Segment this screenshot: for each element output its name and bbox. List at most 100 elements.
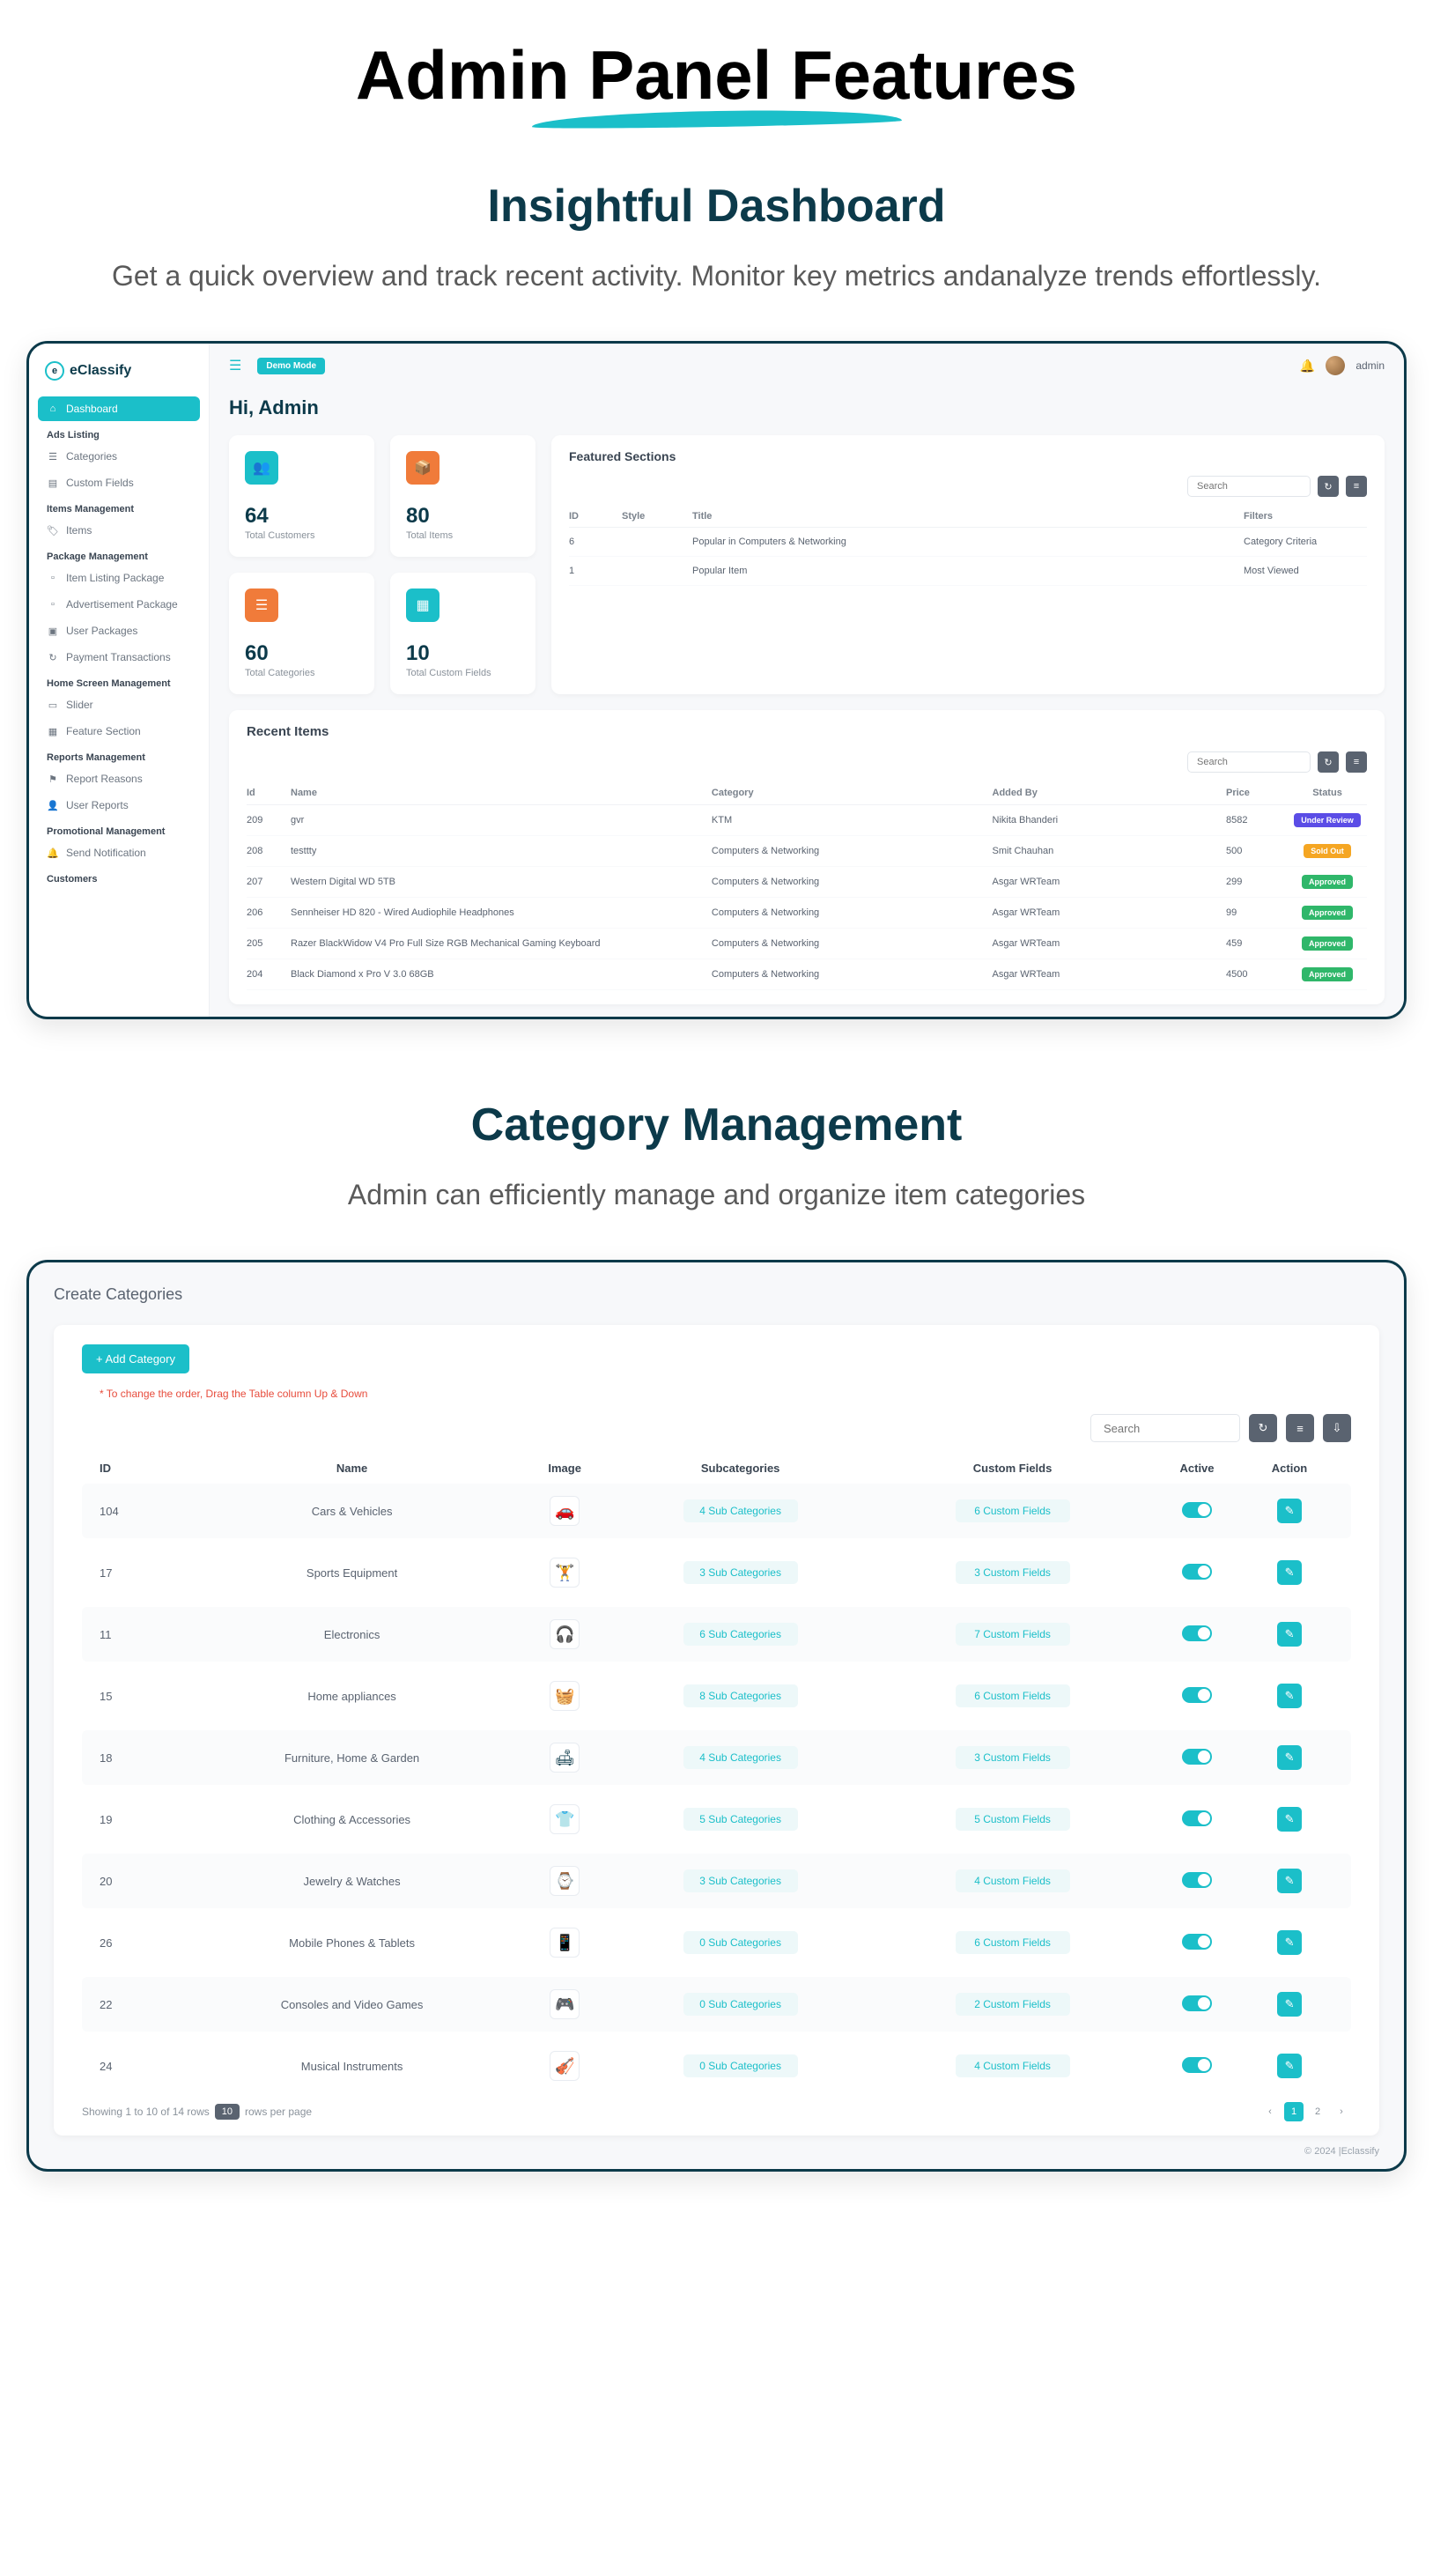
subcategories-button[interactable]: 4 Sub Categories — [683, 1746, 798, 1769]
refresh-button[interactable]: ↻ — [1318, 751, 1339, 773]
col-id[interactable]: ID — [569, 511, 622, 522]
page-1[interactable]: 1 — [1284, 2102, 1304, 2121]
recent-row[interactable]: 206 Sennheiser HD 820 - Wired Audiophile… — [247, 898, 1367, 929]
subcategories-button[interactable]: 4 Sub Categories — [683, 1499, 798, 1522]
recent-row[interactable]: 205 Razer BlackWidow V4 Pro Full Size RG… — [247, 929, 1367, 959]
recent-row[interactable]: 208 testtty Computers & Networking Smit … — [247, 836, 1367, 867]
col-price[interactable]: Price — [1226, 788, 1288, 798]
columns-button[interactable]: ≡ — [1286, 1414, 1314, 1442]
customfields-button[interactable]: 6 Custom Fields — [956, 1499, 1070, 1522]
active-toggle[interactable] — [1182, 1995, 1212, 2011]
add-category-button[interactable]: + Add Category — [82, 1344, 189, 1373]
edit-button[interactable]: ✎ — [1277, 1560, 1302, 1585]
customfields-button[interactable]: 5 Custom Fields — [956, 1808, 1070, 1831]
col-action[interactable]: Action — [1245, 1462, 1333, 1475]
sidebar-item-dashboard[interactable]: ⌂Dashboard — [38, 396, 200, 421]
sidebar-item-payment[interactable]: ↻Payment Transactions — [38, 645, 200, 670]
customfields-button[interactable]: 2 Custom Fields — [956, 1993, 1070, 2016]
subcategories-button[interactable]: 0 Sub Categories — [683, 1931, 798, 1954]
sidebar-item-userreports[interactable]: 👤User Reports — [38, 793, 200, 818]
logo[interactable]: e eClassify — [38, 356, 200, 396]
edit-button[interactable]: ✎ — [1277, 1807, 1302, 1832]
col-category[interactable]: Category — [712, 788, 993, 798]
recent-row[interactable]: 204 Black Diamond x Pro V 3.0 68GB Compu… — [247, 959, 1367, 990]
active-toggle[interactable] — [1182, 1934, 1212, 1950]
featured-row[interactable]: 1 Popular Item Most Viewed — [569, 557, 1367, 586]
category-row[interactable]: 24 Musical Instruments 🎻 0 Sub Categorie… — [82, 2039, 1351, 2093]
col-style[interactable]: Style — [622, 511, 692, 522]
category-row[interactable]: 19 Clothing & Accessories 👕 5 Sub Catego… — [82, 1792, 1351, 1847]
subcategories-button[interactable]: 0 Sub Categories — [683, 1993, 798, 2016]
col-filters[interactable]: Filters — [1244, 511, 1367, 522]
refresh-button[interactable]: ↻ — [1249, 1414, 1277, 1442]
sidebar-item-reportreasons[interactable]: ⚑Report Reasons — [38, 766, 200, 791]
col-id[interactable]: Id — [247, 788, 291, 798]
sidebar-item-categories[interactable]: ☰Categories — [38, 444, 200, 469]
customfields-button[interactable]: 4 Custom Fields — [956, 1869, 1070, 1892]
featured-search-input[interactable] — [1187, 476, 1311, 497]
recent-row[interactable]: 209 gvr KTM Nikita Bhanderi 8582 Under R… — [247, 805, 1367, 836]
customfields-button[interactable]: 3 Custom Fields — [956, 1746, 1070, 1769]
col-name[interactable]: Name — [179, 1462, 525, 1475]
notification-icon[interactable]: 🔔 — [1300, 359, 1315, 374]
active-toggle[interactable] — [1182, 1502, 1212, 1518]
category-row[interactable]: 26 Mobile Phones & Tablets 📱 0 Sub Categ… — [82, 1915, 1351, 1970]
category-search-input[interactable] — [1090, 1414, 1240, 1442]
col-id[interactable]: ID — [100, 1462, 179, 1475]
category-row[interactable]: 15 Home appliances 🧺 8 Sub Categories 6 … — [82, 1669, 1351, 1723]
subcategories-button[interactable]: 5 Sub Categories — [683, 1808, 798, 1831]
subcategories-button[interactable]: 3 Sub Categories — [683, 1869, 798, 1892]
avatar[interactable] — [1326, 356, 1345, 375]
active-toggle[interactable] — [1182, 1872, 1212, 1888]
customfields-button[interactable]: 6 Custom Fields — [956, 1684, 1070, 1707]
rows-per-page-select[interactable]: 10 — [215, 2104, 240, 2120]
recent-search-input[interactable] — [1187, 751, 1311, 773]
subcategories-button[interactable]: 0 Sub Categories — [683, 2054, 798, 2077]
customfields-button[interactable]: 4 Custom Fields — [956, 2054, 1070, 2077]
category-row[interactable]: 104 Cars & Vehicles 🚗 4 Sub Categories 6… — [82, 1484, 1351, 1538]
page-next[interactable]: › — [1332, 2102, 1351, 2121]
edit-button[interactable]: ✎ — [1277, 2054, 1302, 2078]
edit-button[interactable]: ✎ — [1277, 1992, 1302, 2017]
col-image[interactable]: Image — [525, 1462, 604, 1475]
col-customfields[interactable]: Custom Fields — [876, 1462, 1149, 1475]
subcategories-button[interactable]: 8 Sub Categories — [683, 1684, 798, 1707]
customfields-button[interactable]: 6 Custom Fields — [956, 1931, 1070, 1954]
active-toggle[interactable] — [1182, 1625, 1212, 1641]
hamburger-icon[interactable]: ☰ — [229, 357, 241, 374]
col-title[interactable]: Title — [692, 511, 1244, 522]
sidebar-item-customfields[interactable]: ▤Custom Fields — [38, 470, 200, 495]
subcategories-button[interactable]: 3 Sub Categories — [683, 1561, 798, 1584]
col-name[interactable]: Name — [291, 788, 712, 798]
columns-button[interactable]: ≡ — [1346, 476, 1367, 497]
refresh-button[interactable]: ↻ — [1318, 476, 1339, 497]
category-row[interactable]: 22 Consoles and Video Games 🎮 0 Sub Cate… — [82, 1977, 1351, 2032]
col-subcategories[interactable]: Subcategories — [604, 1462, 876, 1475]
edit-button[interactable]: ✎ — [1277, 1622, 1302, 1647]
featured-row[interactable]: 6 Popular in Computers & Networking Cate… — [569, 528, 1367, 557]
export-button[interactable]: ⇩ — [1323, 1414, 1351, 1442]
columns-button[interactable]: ≡ — [1346, 751, 1367, 773]
edit-button[interactable]: ✎ — [1277, 1869, 1302, 1893]
sidebar-item-itemlisting[interactable]: ▫Item Listing Package — [38, 566, 200, 590]
edit-button[interactable]: ✎ — [1277, 1930, 1302, 1955]
active-toggle[interactable] — [1182, 2057, 1212, 2073]
col-active[interactable]: Active — [1149, 1462, 1245, 1475]
edit-button[interactable]: ✎ — [1277, 1684, 1302, 1708]
sidebar-item-sendnotif[interactable]: 🔔Send Notification — [38, 840, 200, 865]
edit-button[interactable]: ✎ — [1277, 1499, 1302, 1523]
customfields-button[interactable]: 3 Custom Fields — [956, 1561, 1070, 1584]
page-prev[interactable]: ‹ — [1260, 2102, 1280, 2121]
sidebar-item-slider[interactable]: ▭Slider — [38, 692, 200, 717]
recent-row[interactable]: 207 Western Digital WD 5TB Computers & N… — [247, 867, 1367, 898]
col-addedby[interactable]: Added By — [993, 788, 1227, 798]
category-row[interactable]: 11 Electronics 🎧 6 Sub Categories 7 Cust… — [82, 1607, 1351, 1662]
active-toggle[interactable] — [1182, 1564, 1212, 1580]
active-toggle[interactable] — [1182, 1749, 1212, 1765]
sidebar-item-items[interactable]: 🏷Items — [38, 518, 200, 543]
edit-button[interactable]: ✎ — [1277, 1745, 1302, 1770]
active-toggle[interactable] — [1182, 1810, 1212, 1826]
sidebar-item-adspackage[interactable]: ▫Advertisement Package — [38, 592, 200, 617]
sidebar-item-feature[interactable]: ▦Feature Section — [38, 719, 200, 744]
col-status[interactable]: Status — [1288, 788, 1367, 798]
